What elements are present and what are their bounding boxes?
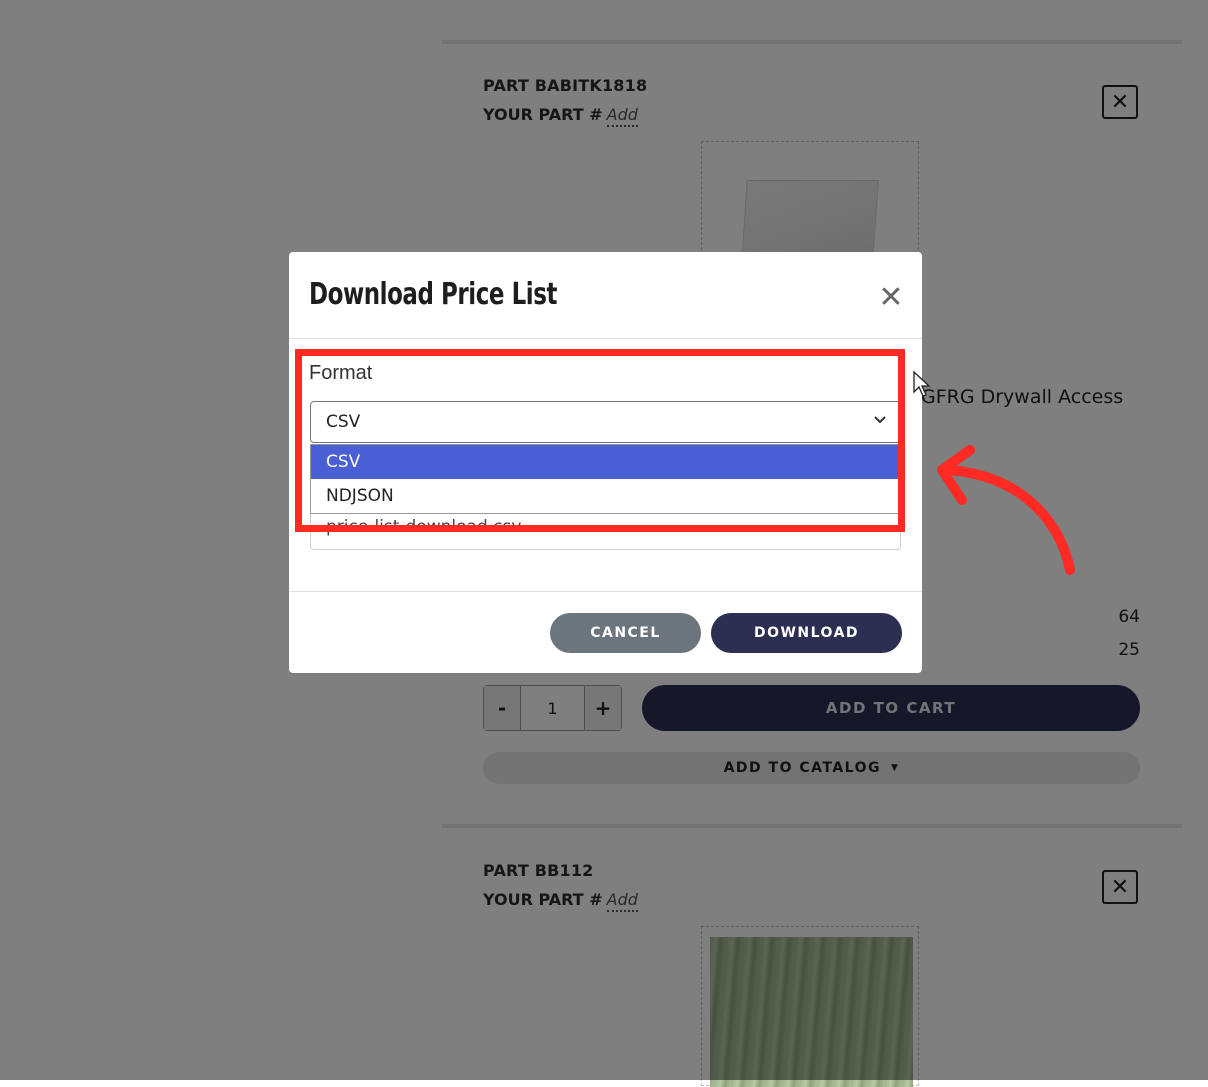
dialog-footer-divider: [289, 591, 922, 592]
dialog-header-divider: [289, 338, 922, 339]
download-button[interactable]: DOWNLOAD: [711, 613, 902, 653]
cancel-label: CANCEL: [590, 625, 661, 641]
dialog-title: Download Price List: [309, 277, 558, 312]
close-icon: ✕: [878, 279, 904, 315]
annotation-arrow-icon: [937, 445, 1075, 575]
annotation-highlight-box: [295, 349, 905, 532]
cancel-button[interactable]: CANCEL: [550, 613, 701, 653]
close-dialog-button[interactable]: ✕: [874, 279, 908, 315]
mouse-pointer-icon: [913, 370, 931, 397]
download-label: DOWNLOAD: [753, 625, 860, 641]
